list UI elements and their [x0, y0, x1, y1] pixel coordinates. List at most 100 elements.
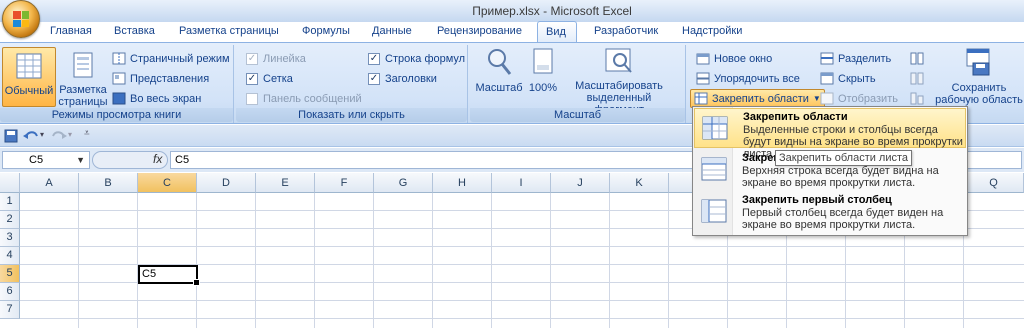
select-all-corner[interactable]: [0, 173, 20, 193]
column-header-q[interactable]: Q: [964, 173, 1024, 193]
column-header-g[interactable]: G: [374, 173, 433, 193]
arrange-all-icon: [696, 72, 710, 85]
redo-icon[interactable]: [50, 129, 68, 143]
name-box-dropdown-icon[interactable]: ▼: [76, 152, 85, 168]
unhide-icon: [820, 92, 834, 105]
row-header-3[interactable]: 3: [0, 229, 20, 247]
ribbon-tabs: Главная Вставка Разметка страницы Формул…: [0, 18, 1024, 42]
gridline: [609, 193, 610, 328]
column-header-f[interactable]: F: [315, 173, 374, 193]
freeze-panes-menu: Закрепить области Выделенные строки и ст…: [692, 106, 968, 236]
zoom-button[interactable]: Масштаб: [474, 47, 524, 107]
insert-function-icon[interactable]: fx: [153, 152, 162, 166]
tab-review[interactable]: Рецензирование: [429, 21, 530, 42]
page-break-icon: [112, 52, 126, 65]
tab-home[interactable]: Главная: [42, 21, 100, 42]
gridline: [137, 193, 138, 328]
row-header-2[interactable]: 2: [0, 211, 20, 229]
page-break-preview-button[interactable]: Страничный режим: [112, 49, 230, 68]
zoom-to-selection-button[interactable]: Масштабировать выделенный фрагмент: [564, 47, 674, 116]
arrange-all-button[interactable]: Упорядочить все: [696, 69, 800, 88]
undo-icon[interactable]: [22, 129, 42, 143]
undo-dropdown-icon[interactable]: ▾: [40, 130, 44, 139]
group-label-zoom: Масштаб: [470, 108, 685, 122]
page-layout-button[interactable]: Разметка страницы: [58, 47, 108, 108]
new-window-button[interactable]: Новое окно: [696, 49, 772, 68]
row-header-1[interactable]: 1: [0, 193, 20, 211]
gridline: [491, 193, 492, 328]
custom-views-icon: [112, 72, 126, 85]
menu-item-description: Верхняя строка всегда будет видна на экр…: [742, 165, 939, 189]
normal-view-button[interactable]: Обычный: [2, 47, 56, 107]
row-header-4[interactable]: 4: [0, 247, 20, 265]
column-header-e[interactable]: E: [256, 173, 315, 193]
magnifier-icon: [488, 49, 512, 75]
column-header-k[interactable]: K: [610, 173, 669, 193]
save-workspace-label-2: рабочую область: [935, 94, 1023, 106]
hide-label: Скрыть: [838, 72, 876, 85]
synchronous-scroll-button[interactable]: [910, 69, 928, 88]
formula-bar-checkbox[interactable]: ✓ Строка формул: [368, 49, 465, 68]
column-header-c[interactable]: C: [138, 173, 197, 193]
customize-qat-icon[interactable]: ⩡: [84, 128, 90, 139]
save-workspace-icon: [966, 48, 990, 76]
zoom-100-button[interactable]: 100%: [526, 47, 560, 107]
save-icon[interactable]: [4, 129, 18, 143]
normal-view-icon: [16, 53, 42, 79]
tab-page-layout[interactable]: Разметка страницы: [171, 21, 287, 42]
tab-insert[interactable]: Вставка: [106, 21, 163, 42]
view-side-by-side-button[interactable]: [910, 49, 928, 68]
column-header-a[interactable]: A: [20, 173, 79, 193]
page-layout-label-2: страницы: [58, 96, 108, 108]
column-header-b[interactable]: B: [79, 173, 138, 193]
name-box[interactable]: C5 ▼: [2, 151, 90, 169]
freeze-panes-label: Закрепить области: [712, 92, 809, 105]
gridline: [255, 193, 256, 328]
active-cell-c5[interactable]: C5: [138, 265, 200, 286]
window-title: Пример.xlsx - Microsoft Excel: [472, 4, 632, 18]
custom-views-button[interactable]: Представления: [112, 69, 209, 88]
gridline: [668, 193, 669, 328]
message-bar-label: Панель сообщений: [263, 92, 362, 105]
group-label-show-hide: Показать или скрыть: [236, 108, 467, 122]
column-header-j[interactable]: J: [551, 173, 610, 193]
split-button[interactable]: Разделить: [820, 49, 891, 68]
gridline: [373, 193, 374, 328]
row-header-5[interactable]: 5: [0, 265, 20, 283]
gridline: [20, 318, 1024, 319]
save-workspace-button[interactable]: Сохранить рабочую область: [934, 47, 1024, 107]
message-bar-check: [246, 92, 258, 105]
column-header-h[interactable]: H: [433, 173, 492, 193]
page-break-label: Страничный режим: [130, 52, 230, 65]
tab-developer[interactable]: Разработчик: [586, 21, 666, 42]
tab-addins[interactable]: Надстройки: [674, 21, 750, 42]
hide-button[interactable]: Скрыть: [820, 69, 876, 88]
gridline: [550, 193, 551, 328]
formula-bar-label: Строка формул: [385, 52, 466, 65]
ruler-checkbox[interactable]: ✓ Линейка: [246, 49, 306, 68]
menu-item-title: Закрепить области: [743, 111, 848, 123]
gridlines-check: ✓: [246, 72, 258, 85]
redo-dropdown-icon[interactable]: ▾: [68, 130, 72, 139]
message-bar-checkbox[interactable]: Панель сообщений: [246, 89, 362, 108]
menu-item-freeze-first-column[interactable]: Закрепить первый столбец Первый столбец …: [694, 192, 966, 232]
headings-checkbox[interactable]: ✓ Заголовки: [368, 69, 437, 88]
tab-data[interactable]: Данные: [364, 21, 420, 42]
row-header-7[interactable]: 7: [0, 301, 20, 319]
column-header-d[interactable]: D: [197, 173, 256, 193]
row-header-6[interactable]: 6: [0, 283, 20, 301]
full-screen-button[interactable]: Во весь экран: [112, 89, 201, 108]
normal-view-label: Обычный: [4, 85, 54, 97]
zoom-selection-label-1: Масштабировать: [575, 80, 663, 92]
gridlines-checkbox[interactable]: ✓ Сетка: [246, 69, 293, 88]
office-button[interactable]: [2, 0, 40, 38]
menu-item-freeze-panes[interactable]: Закрепить области Выделенные строки и ст…: [694, 108, 966, 160]
group-show-hide: ✓ Линейка ✓ Сетка Панель сообщений ✓ Стр…: [236, 45, 468, 123]
gridline: [196, 193, 197, 328]
tab-formulas[interactable]: Формулы: [294, 21, 358, 42]
tab-view[interactable]: Вид: [537, 21, 577, 42]
page-layout-icon: [73, 52, 93, 78]
save-workspace-label-1: Сохранить: [951, 82, 1007, 94]
column-header-i[interactable]: I: [492, 173, 551, 193]
menu-item-title: Закрепить первый столбец: [742, 194, 892, 206]
